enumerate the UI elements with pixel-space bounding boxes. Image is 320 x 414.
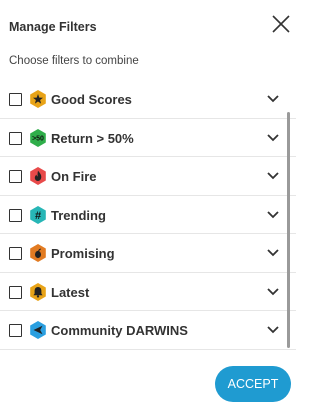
svg-text:#: #	[35, 210, 41, 222]
svg-text:>50: >50	[32, 135, 44, 142]
filter-checkbox[interactable]	[9, 285, 22, 299]
chevron-down-icon[interactable]	[266, 94, 280, 104]
filter-label: On Fire	[51, 169, 97, 184]
filter-label: Good Scores	[51, 92, 132, 107]
community-icon	[30, 321, 46, 339]
filter-label: Community DARWINS	[51, 323, 188, 338]
filter-row-good-scores[interactable]: Good Scores	[0, 80, 296, 119]
filter-row-on-fire[interactable]: On Fire	[0, 157, 296, 196]
filter-row-latest[interactable]: Latest	[0, 273, 296, 311]
chevron-down-icon[interactable]	[266, 248, 280, 258]
filter-checkbox[interactable]	[9, 131, 22, 145]
close-icon[interactable]	[268, 11, 294, 37]
filter-row-return-50[interactable]: >50 Return > 50%	[0, 119, 296, 157]
fire-icon	[30, 167, 46, 185]
filter-checkbox[interactable]	[9, 324, 22, 337]
chevron-down-icon[interactable]	[266, 325, 280, 335]
chevron-down-icon[interactable]	[266, 171, 280, 181]
dialog-header: Manage Filters	[0, 0, 296, 50]
bell-icon	[30, 282, 46, 301]
dialog-subtitle: Choose filters to combine	[9, 55, 139, 67]
chevron-down-icon[interactable]	[266, 133, 280, 143]
filter-row-trending[interactable]: # Trending	[0, 196, 296, 234]
gt50-icon: >50	[30, 128, 46, 147]
star-icon	[30, 90, 46, 108]
seedling-icon	[30, 244, 46, 262]
hashtag-icon: #	[30, 205, 46, 224]
chevron-down-icon[interactable]	[266, 210, 280, 220]
filter-row-promising[interactable]: Promising	[0, 234, 296, 273]
filter-label: Latest	[51, 284, 90, 300]
filter-checkbox[interactable]	[9, 93, 22, 106]
filter-checkbox[interactable]	[9, 247, 22, 260]
filter-label: Trending	[51, 207, 106, 223]
scrollbar[interactable]	[287, 112, 290, 348]
dialog-title: Manage Filters	[9, 20, 97, 34]
accept-button[interactable]: ACCEPT	[215, 366, 291, 402]
filter-list: Good Scores >50 Return > 50% On Fire # T…	[0, 80, 296, 350]
filter-checkbox[interactable]	[9, 208, 22, 222]
filter-row-community-darwins[interactable]: Community DARWINS	[0, 311, 296, 350]
filter-checkbox[interactable]	[9, 170, 22, 183]
filter-label: Return > 50%	[51, 130, 134, 146]
filter-label: Promising	[51, 246, 115, 261]
chevron-down-icon[interactable]	[266, 287, 280, 297]
